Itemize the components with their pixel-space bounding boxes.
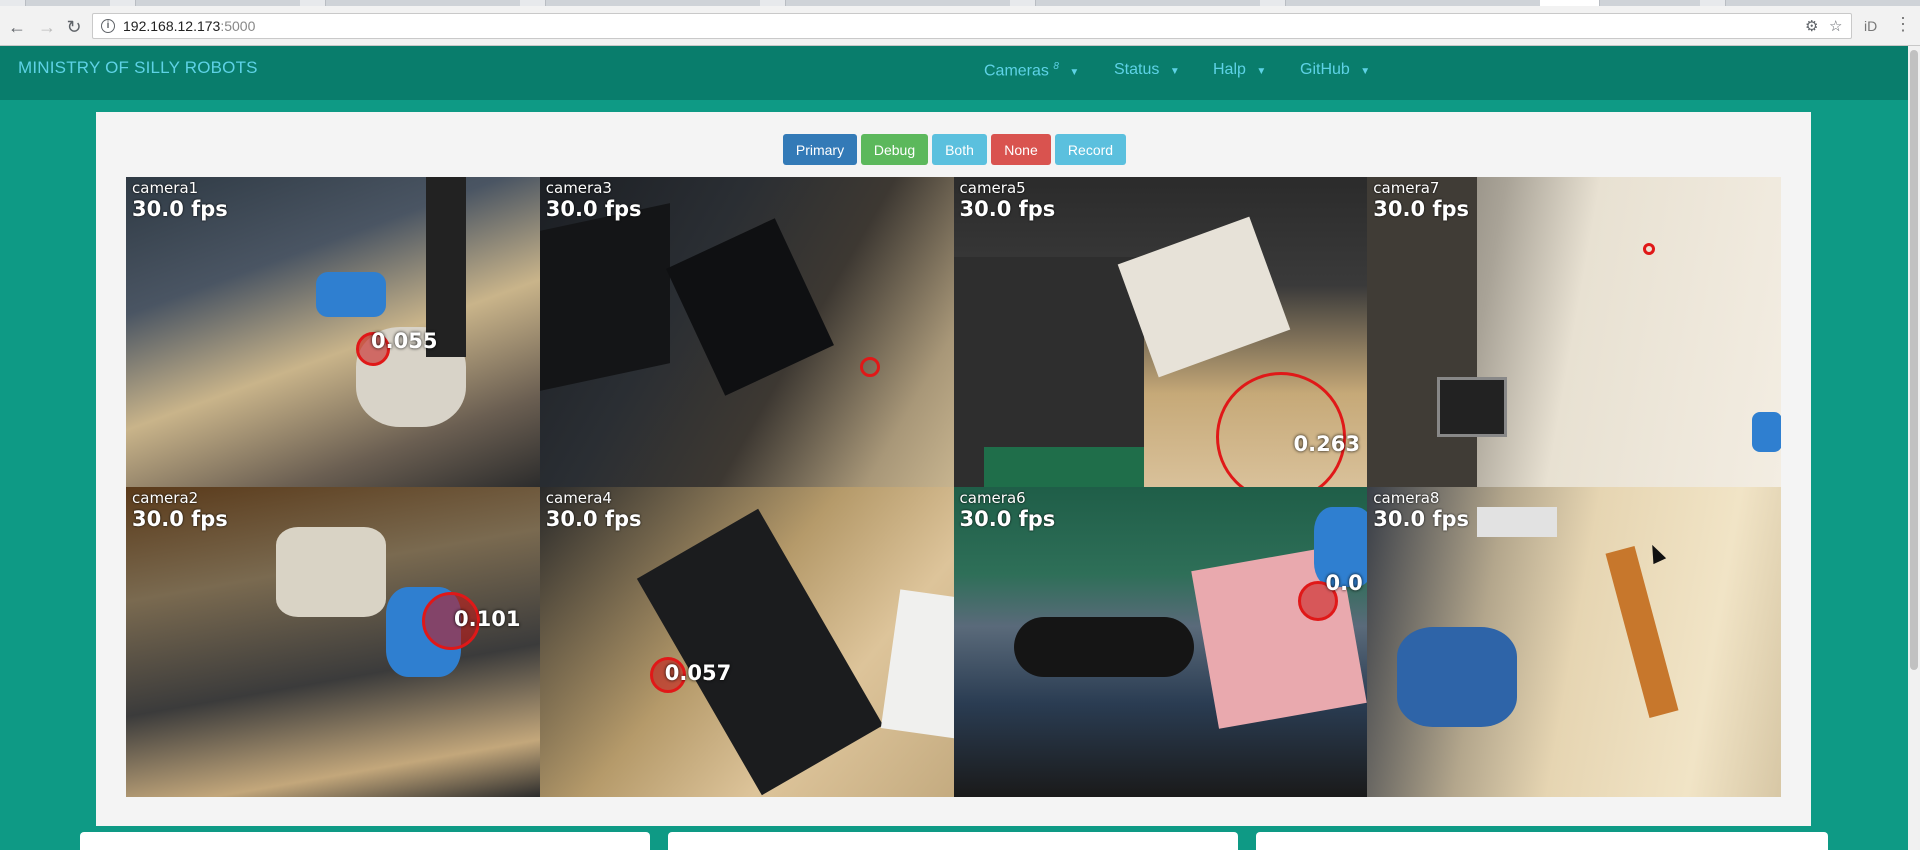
caret-down-icon: ▼: [1169, 66, 1180, 77]
page-scrollbar[interactable]: [1908, 46, 1920, 850]
monitor: [1437, 377, 1508, 437]
nav-cameras-label: Cameras: [984, 62, 1049, 80]
camera-feed[interactable]: camera8 30.0 fps: [1367, 487, 1781, 797]
caret-down-icon: ▼: [1069, 67, 1080, 79]
camera-fps: 30.0 fps: [1373, 197, 1470, 221]
extension-icon[interactable]: iD: [1864, 18, 1877, 34]
scrollbar-thumb[interactable]: [1910, 50, 1918, 670]
camera-feed[interactable]: 0.055 camera1 30.0 fps: [126, 177, 540, 487]
menu-icon[interactable]: ⋮: [1894, 14, 1912, 35]
primary-button[interactable]: Primary: [783, 134, 857, 165]
camera-name: camera6: [959, 489, 1026, 507]
translate-icon[interactable]: ⚙: [1805, 17, 1818, 35]
status-card: [80, 832, 650, 850]
reload-icon[interactable]: ↻: [63, 16, 85, 38]
caret-down-icon: ▼: [1256, 66, 1267, 77]
arrow-right-icon[interactable]: →: [36, 16, 58, 38]
camera-name: camera1: [132, 179, 199, 197]
status-card: [668, 832, 1238, 850]
camera-feed[interactable]: camera7 30.0 fps: [1367, 177, 1781, 487]
camera-fps: 30.0 fps: [132, 507, 228, 531]
arrow-left-icon[interactable]: ←: [6, 16, 28, 38]
detection-circle: [1643, 243, 1656, 255]
camera-fps: 30.0 fps: [545, 507, 642, 531]
brand-link[interactable]: MINISTRY OF SILLY ROBOTS: [18, 58, 258, 78]
pliers: [1605, 546, 1679, 718]
bookmark-star-icon[interactable]: ☆: [1829, 17, 1842, 35]
browser-toolbar: ← → ↻ i 192.168.12.173:5000 ⚙ ☆ iD ⋮: [0, 6, 1920, 46]
camera-name: camera4: [545, 489, 612, 507]
camera-feed[interactable]: 0.0 camera6 30.0 fps: [953, 487, 1368, 797]
detection-value: 0.101: [454, 607, 521, 631]
detection-value: 0.0: [1325, 571, 1363, 595]
nav-halp-label: Halp: [1213, 61, 1246, 78]
camera-name: camera8: [1373, 489, 1440, 507]
robot-part: [1752, 412, 1781, 452]
nav-halp[interactable]: Halp ▼: [1213, 61, 1266, 79]
camera-grid: 0.055 camera1 30.0 fps camera3 30.0 fps …: [126, 177, 1781, 797]
status-card: [1256, 832, 1828, 850]
camera-fps: 30.0 fps: [959, 197, 1056, 221]
camera-fps: 30.0 fps: [545, 197, 642, 221]
robot-chassis: [276, 527, 386, 617]
camera-feed[interactable]: camera3 30.0 fps: [539, 177, 954, 487]
camera-count-badge: 8: [1053, 61, 1059, 72]
nav-github-label: GitHub: [1300, 61, 1350, 78]
detection-value: 0.263: [1293, 432, 1360, 456]
keyboard: [636, 508, 883, 796]
url-host: 192.168.12.173: [123, 18, 221, 34]
camera-name: camera5: [959, 179, 1026, 197]
address-bar[interactable]: i 192.168.12.173:5000 ⚙ ☆: [92, 13, 1852, 39]
info-icon[interactable]: i: [101, 19, 115, 33]
camera-fps: 30.0 fps: [132, 197, 228, 221]
camera-name: camera2: [132, 489, 199, 507]
camera-feed[interactable]: 0.101 camera2 30.0 fps: [126, 487, 540, 797]
debug-button[interactable]: Debug: [861, 134, 928, 165]
chair-arm: [1013, 617, 1194, 677]
detection-circle: [1215, 372, 1346, 487]
camera-feed[interactable]: 0.057 camera4 30.0 fps: [539, 487, 954, 797]
site-navbar: MINISTRY OF SILLY ROBOTS Cameras 8 ▼ Sta…: [0, 46, 1908, 100]
green-strip: [983, 447, 1144, 487]
camera-fps: 30.0 fps: [1373, 507, 1470, 531]
camera-fps: 30.0 fps: [959, 507, 1056, 531]
detection-value: 0.055: [371, 329, 438, 353]
monitor: [539, 203, 670, 391]
url-text[interactable]: 192.168.12.173:5000: [123, 18, 255, 34]
nav-status-label: Status: [1114, 61, 1160, 78]
url-port: :5000: [220, 18, 256, 34]
detection-value: 0.057: [664, 661, 732, 685]
none-button[interactable]: None: [991, 134, 1051, 165]
record-button[interactable]: Record: [1055, 134, 1126, 165]
nav-github[interactable]: GitHub ▼: [1300, 61, 1370, 79]
robot-part: [316, 272, 386, 317]
keyboard: [665, 218, 834, 396]
shelf: [1367, 177, 1478, 487]
camera-feed[interactable]: 0.263 camera5 30.0 fps: [953, 177, 1368, 487]
camera-name: camera3: [545, 179, 612, 197]
nav-cameras[interactable]: Cameras 8 ▼: [984, 61, 1079, 80]
both-button[interactable]: Both: [932, 134, 987, 165]
camera-panel: Primary Debug Both None Record 0.055 cam…: [96, 112, 1811, 826]
paper: [880, 589, 954, 745]
caret-down-icon: ▼: [1360, 66, 1371, 77]
nav-status[interactable]: Status ▼: [1114, 61, 1180, 79]
cup: [1477, 507, 1558, 537]
chair: [1397, 627, 1518, 727]
camera-name: camera7: [1373, 179, 1440, 197]
detection-circle: [859, 357, 880, 377]
